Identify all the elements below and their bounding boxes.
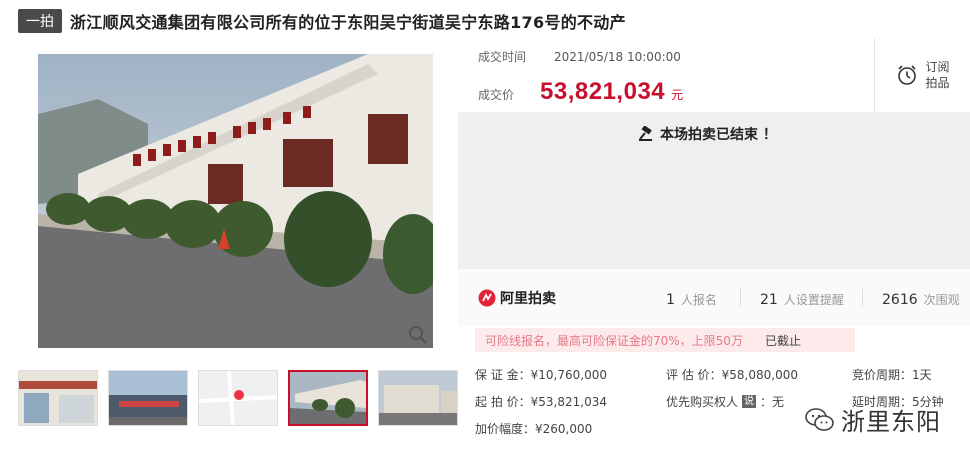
stat-number: 1 [666,292,675,308]
main-photo[interactable] [38,54,433,348]
wechat-icon [805,407,834,431]
stats-bar: 阿里拍卖 1 人报名 21 人设置提醒 2616 次围观 [458,268,970,326]
deal-price-unit: 元 [671,88,684,102]
increment-row: 加价幅度： ¥260,000 [475,420,592,437]
thumbnail-5[interactable] [378,370,458,426]
start-price-label: 起 拍 价： [475,395,531,409]
subscribe-label-line1: 订阅 [925,60,950,74]
thumbnail-image [109,371,187,425]
stat-views: 2616 次围观 [882,291,960,308]
watermark: 浙里东阳 [805,402,941,437]
page-title: 浙江顺风交通集团有限公司所有的位于东阳吴宁街道吴宁东路176号的不动产 [70,13,626,32]
property-photo [38,54,433,348]
deposit-row: 保 证 金： ¥10,760,000 [475,366,607,383]
watermark-text: 浙里东阳 [841,408,941,436]
auction-type-tag: 一拍 [18,9,62,33]
gavel-icon [639,126,652,141]
stat-unit: 人报名 [680,293,717,307]
notice-status: 已截止 [764,333,801,348]
divider [862,289,863,307]
appraisal-row: 评 估 价： ¥58,080,000 [666,366,798,383]
subscribe-button[interactable]: 订阅 拍品 [874,38,970,112]
auction-ended-text: 本场拍卖已结束 ！ [660,127,777,143]
ali-auction-name: 阿里拍卖 [500,291,556,307]
thumbnail-3-map[interactable] [198,370,278,426]
thumbnail-2[interactable] [108,370,188,426]
divider [740,289,741,307]
subscribe-label: 订阅 拍品 [925,59,949,91]
bid-cycle-value: 1天 [912,368,932,382]
bid-cycle-row: 竞价周期： 1天 [852,366,932,383]
deposit-insurance-notice: 可险线报名，最高可险保证金的70%，上限50万 已截止 [475,328,855,352]
zoom-icon[interactable] [407,324,429,346]
stat-number: 21 [760,292,778,308]
stat-number: 2616 [882,292,918,308]
thumbnail-4-active[interactable] [288,370,368,426]
subscribe-label-line2: 拍品 [925,76,950,90]
deal-time-row: 成交时间 2021/05/18 10:00:00 [478,48,681,65]
deal-price-label: 成交价 [478,88,515,102]
deal-price-row: 成交价 53,821,034 元 [478,78,683,106]
deposit-value: ¥10,760,000 [530,367,607,382]
notice-text: 可险线报名，最高可险保证金的70%，上限50万 [485,333,743,348]
thumbnail-strip [18,370,468,426]
appraisal-value: ¥58,080,000 [721,367,798,382]
stat-signups: 1 人报名 [666,291,717,308]
thumbnail-1[interactable] [18,370,98,426]
thumbnail-image [199,371,277,425]
ali-auction-logo[interactable]: 阿里拍卖 [478,288,556,308]
bid-cycle-label: 竞价周期： [852,368,913,382]
appraisal-label: 评 估 价： [666,368,722,382]
thumbnail-image [19,371,97,425]
increment-value: ¥260,000 [535,421,593,436]
thumbnail-image [379,371,457,425]
deal-time-label: 成交时间 [478,50,527,64]
start-price-row: 起 拍 价： ¥53,821,034 [475,393,607,410]
stat-reminders: 21 人设置提醒 [760,291,844,308]
auction-ended-panel: 本场拍卖已结束 ！ [458,112,970,268]
priority-buyer-row: 优先购买权人 说 ：无 [666,393,784,410]
stat-unit: 人设置提醒 [783,293,844,307]
start-price-value: ¥53,821,034 [530,394,607,409]
auction-ended-message: 本场拍卖已结束 ！ [638,124,777,144]
priority-help-badge[interactable]: 说 [742,395,757,408]
deposit-label: 保 证 金： [475,368,531,382]
title-row: 一拍 浙江顺风交通集团有限公司所有的位于东阳吴宁街道吴宁东路176号的不动产 [18,8,626,34]
stat-unit: 次围观 [923,293,960,307]
thumbnail-image [290,372,366,424]
deal-time-value: 2021/05/18 10:00:00 [554,50,681,64]
alarm-clock-icon [898,65,917,85]
deal-info: 成交时间 2021/05/18 10:00:00 成交价 53,821,034 元… [458,38,970,112]
increment-label: 加价幅度： [475,422,536,436]
ali-auction-icon [478,289,496,307]
priority-buyer-label: 优先购买权人 [666,395,739,409]
deal-price-value: 53,821,034 [540,78,666,105]
priority-buyer-value: ：无 [760,395,785,409]
